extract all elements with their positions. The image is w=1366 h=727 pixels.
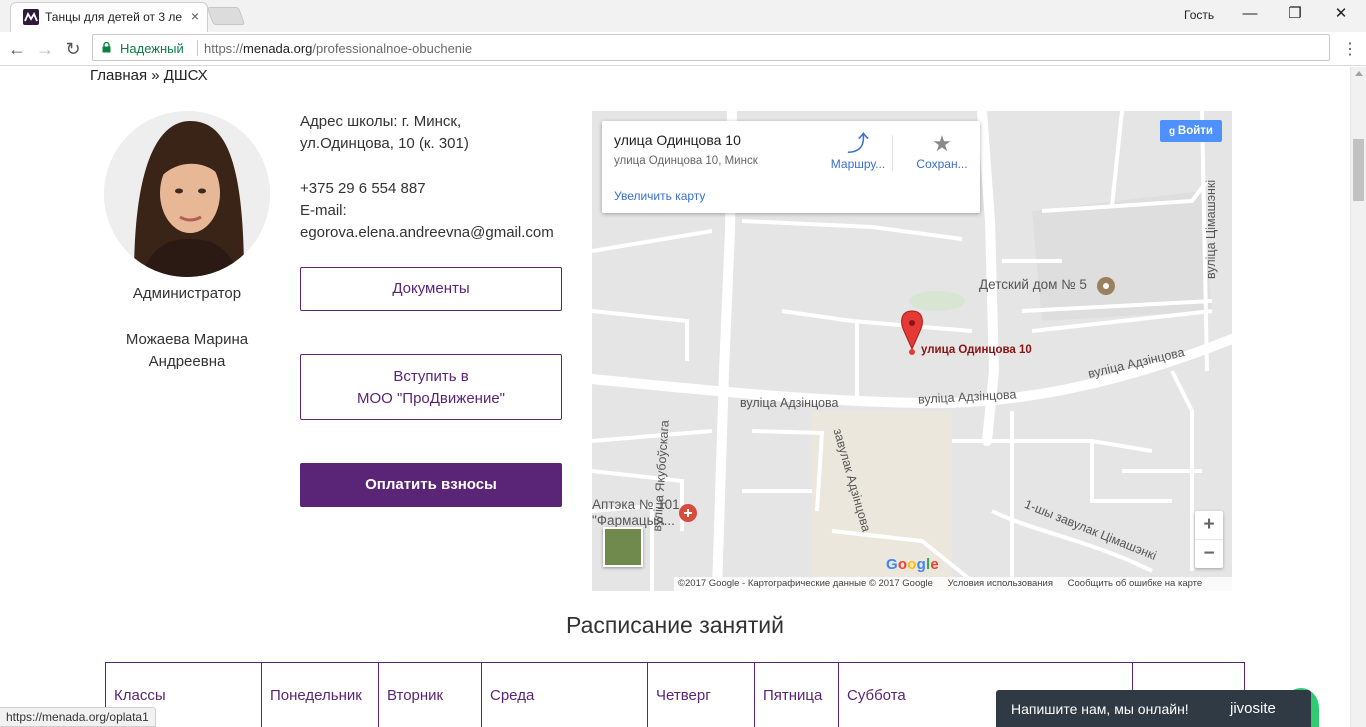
zoom-control: + − <box>1195 511 1223 568</box>
admin-name-line1: Можаева Марина <box>125 331 249 348</box>
place-title: улица Одинцова 10 <box>614 132 741 148</box>
chat-message: Напишите нам, мы онлайн! <box>1011 701 1189 717</box>
admin-role: Администратор <box>132 285 242 302</box>
omnibox-divider <box>197 40 198 56</box>
place-address: улица Одинцова 10, Минск <box>614 155 758 167</box>
address-bar[interactable]: Надежный https://menada.org/professional… <box>92 34 1330 61</box>
join-button[interactable]: Вступить в МОО "ПроДвижение" <box>300 354 562 420</box>
card-divider <box>892 135 893 171</box>
zoom-out-button[interactable]: − <box>1195 540 1223 568</box>
status-bar-url: https://menada.org/oplata1 <box>0 707 156 727</box>
map-signin-label: Войти <box>1177 125 1213 137</box>
pay-fees-button[interactable]: Оплатить взносы <box>300 463 562 507</box>
url-host: menada.org <box>243 41 313 56</box>
google-logo: Google <box>886 556 939 573</box>
phone: +375 29 6 554 887 <box>300 180 426 197</box>
browser-tab-active[interactable]: Танцы для детей от 3 ле × <box>10 2 208 32</box>
map-attribution: ©2017 Google - Картографические данные ©… <box>674 577 1232 591</box>
url-scheme: https:// <box>204 41 244 56</box>
page-content: Главная » ДШСХ Администратор Можаева Мар… <box>0 67 1350 727</box>
back-icon[interactable]: ← <box>5 37 29 61</box>
site-favicon-icon <box>23 9 39 25</box>
street-label-adzintsova-1: вуліца Адзінцова <box>740 396 839 410</box>
documents-button[interactable]: Документы <box>300 267 562 311</box>
col-header-monday: Понедельник <box>261 663 378 727</box>
poi-orphanage[interactable]: Детский дом № 5 <box>979 277 1087 292</box>
map-place-card: улица Одинцова 10 улица Одинцова 10, Мин… <box>602 121 980 213</box>
directions-button[interactable]: ⤴ Маршру... <box>824 131 892 171</box>
col-header-tuesday: Вторник <box>378 663 481 727</box>
street-label-timashenki: вуліца Цімашэнкі <box>1204 179 1218 279</box>
satellite-toggle[interactable] <box>603 527 643 567</box>
admin-avatar <box>104 111 270 277</box>
browser-menu-icon[interactable]: ⋮ <box>1342 39 1358 59</box>
join-button-line2: МОО "ПроДвижение" <box>356 390 505 407</box>
poi-pharmacy[interactable]: Аптэка № 101 "Фармацыя... <box>592 497 680 529</box>
tab-title: Танцы для детей от 3 ле <box>45 10 183 24</box>
lock-icon <box>102 42 111 53</box>
new-tab-button[interactable] <box>206 7 246 25</box>
map-terms-link[interactable]: Условия использования <box>948 578 1053 589</box>
chat-brand: jivosite <box>1230 700 1276 717</box>
zoom-in-button[interactable]: + <box>1195 511 1223 539</box>
save-place-button[interactable]: ★ Сохран... <box>908 131 976 171</box>
address-line1: Адрес школы: г. Минск, <box>300 113 462 130</box>
admin-name: Можаева Марина Андреевна <box>104 329 270 373</box>
directions-icon: ⤴ <box>846 131 869 156</box>
browser-tabbar: Танцы для детей от 3 ле × Гость — ❐ ✕ <box>0 0 1366 32</box>
email[interactable]: egorova.elena.andreevna@gmail.com <box>300 222 575 244</box>
page-scrollbar[interactable] <box>1350 67 1366 727</box>
window-close-icon[interactable]: ✕ <box>1329 3 1353 25</box>
map-signin-button[interactable]: g Войти <box>1160 120 1222 142</box>
poi-pharmacy-line1: Аптэка № 101 <box>592 497 680 512</box>
map-report-link[interactable]: Сообщить об ошибке на карте <box>1068 578 1203 589</box>
join-button-line1: Вступить в <box>393 368 469 385</box>
admin-name-line2: Андреевна <box>148 353 226 370</box>
col-header-thursday: Четверг <box>647 663 754 727</box>
col-header-friday: Пятница <box>754 663 838 727</box>
star-icon: ★ <box>932 131 952 156</box>
col-header-wednesday: Среда <box>481 663 647 727</box>
map-copyright: ©2017 Google - Картографические данные ©… <box>678 578 933 589</box>
google-map[interactable]: вуліца Адзінцова вуліца Адзінцова вуліца… <box>592 111 1232 591</box>
schedule-title: Расписание занятий <box>566 612 784 638</box>
reload-icon[interactable]: ↻ <box>61 37 85 61</box>
tab-close-icon[interactable]: × <box>191 9 199 23</box>
restore-icon[interactable]: ❐ <box>1283 3 1307 25</box>
google-plus-icon: g <box>1169 126 1178 137</box>
minimize-icon[interactable]: — <box>1238 3 1262 25</box>
forward-icon[interactable]: → <box>33 37 57 61</box>
url-path: /professionalnoe-obuchenie <box>312 41 473 56</box>
directions-label: Маршру... <box>830 157 886 171</box>
scroll-up-icon[interactable] <box>1355 71 1363 76</box>
save-place-label: Сохран... <box>916 157 968 171</box>
enlarge-map-link[interactable]: Увеличить карту <box>614 189 705 203</box>
url-text[interactable]: https://menada.org/professionalnoe-obuch… <box>204 41 472 56</box>
browser-toolbar: ← → ↻ Надежный https://menada.org/profes… <box>0 32 1366 66</box>
jivosite-chat-widget[interactable]: Напишите нам, мы онлайн! jivosite <box>996 690 1311 727</box>
profile-label[interactable]: Гость <box>1184 8 1214 22</box>
secure-label: Надежный <box>120 41 184 56</box>
scrollbar-thumb[interactable] <box>1353 139 1364 201</box>
breadcrumb[interactable]: Главная » ДШСХ <box>90 67 208 84</box>
email-label: E-mail: <box>300 202 347 219</box>
school-contacts: Адрес школы: г. Минск, ул.Одинцова, 10 (… <box>300 111 575 244</box>
map-marker-label: улица Одинцова 10 <box>921 344 1032 356</box>
address-line2: ул.Одинцова, 10 (к. 301) <box>300 135 469 152</box>
